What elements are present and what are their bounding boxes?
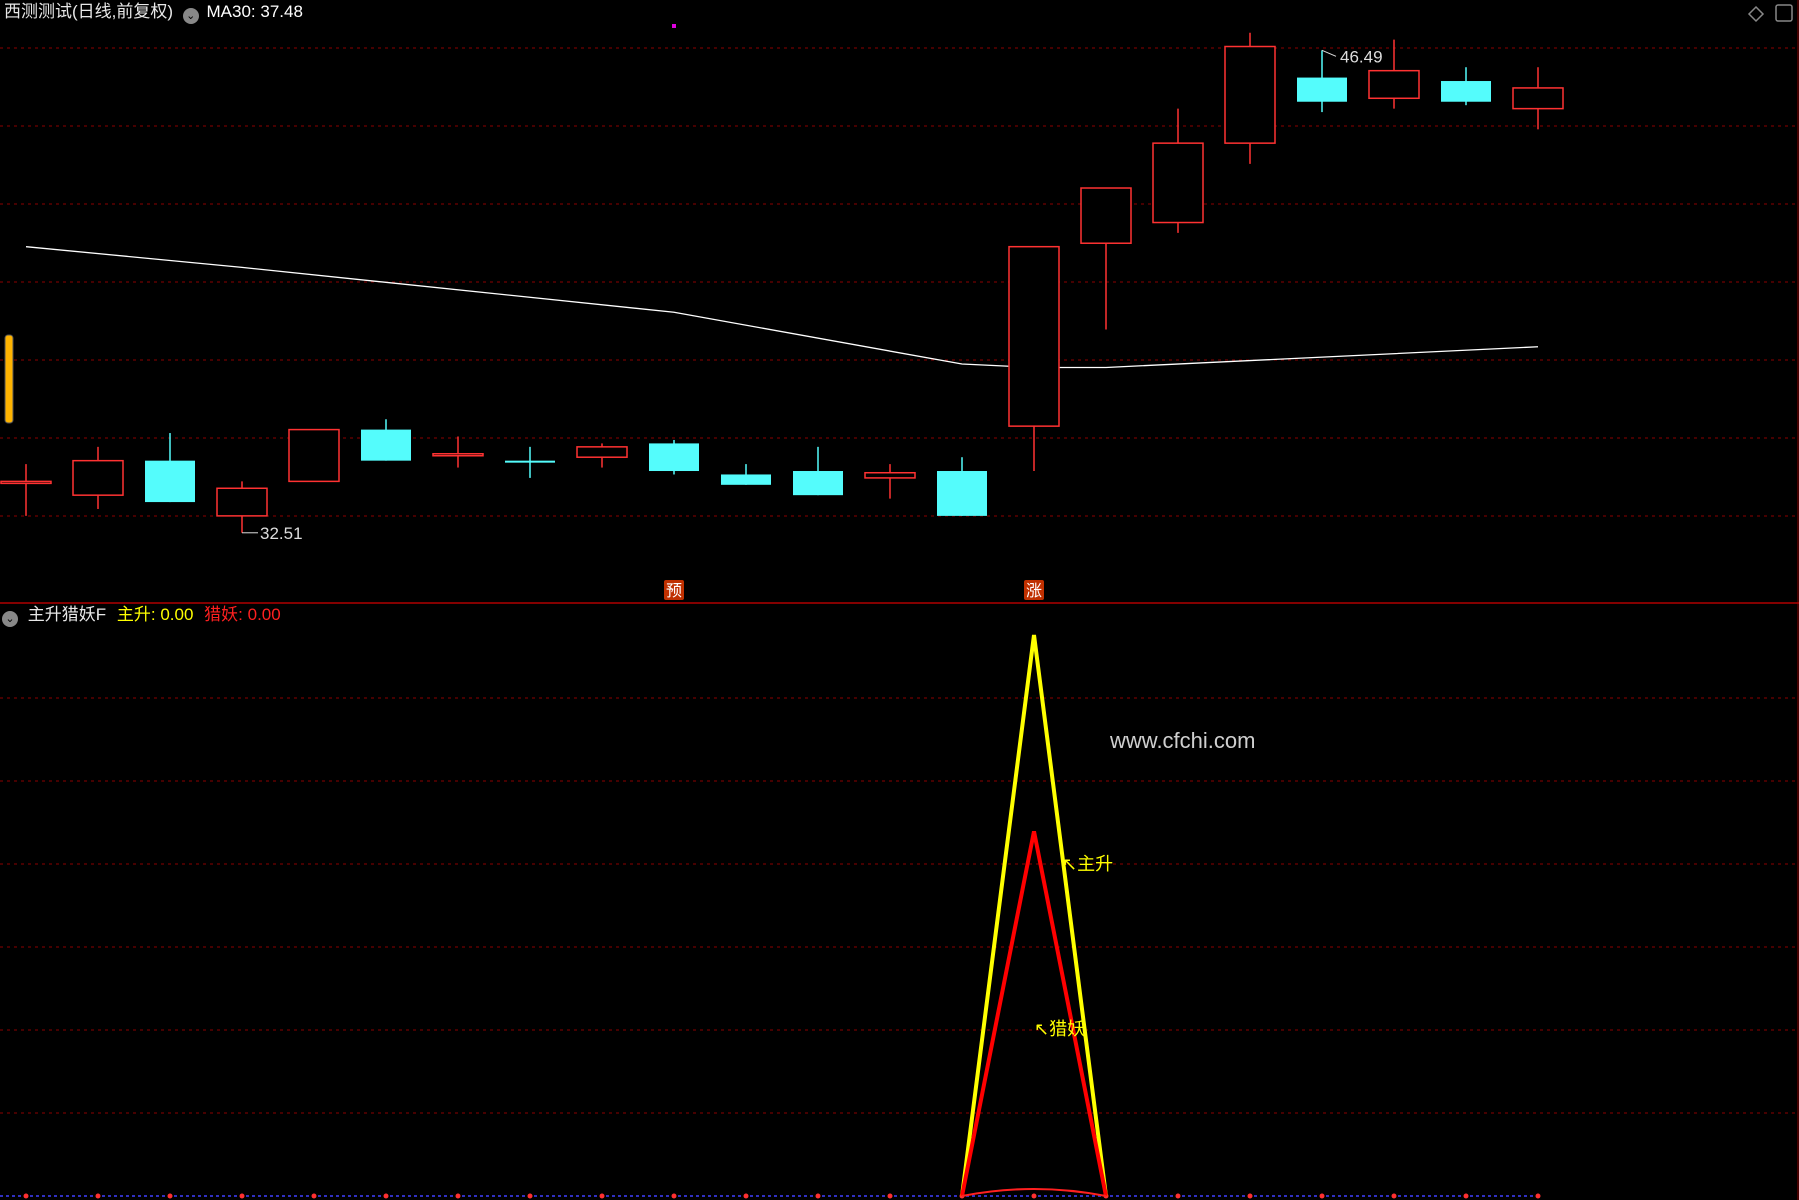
baseline-dot xyxy=(167,1193,173,1199)
candle-body xyxy=(1152,142,1204,224)
candle-body xyxy=(576,446,628,458)
candle xyxy=(72,446,124,509)
baseline-dot xyxy=(1463,1193,1469,1199)
candle-body xyxy=(864,471,916,479)
candle xyxy=(1512,67,1564,130)
high-arrow-icon xyxy=(1321,49,1337,57)
candle xyxy=(1152,108,1204,233)
baseline-dot xyxy=(1031,1193,1037,1199)
baseline-dot xyxy=(1175,1193,1181,1199)
zhusheng-label: 主升: xyxy=(116,605,156,624)
ma30-line-layer xyxy=(25,246,1539,369)
stock-chart: ↖主升 ↖猎妖 46.49 32.51 预 涨 xyxy=(0,0,1799,1200)
baseline-dot xyxy=(23,1193,29,1199)
lieyao-label: 猎妖: xyxy=(204,605,243,624)
candle xyxy=(288,428,340,483)
candle-body xyxy=(145,460,195,503)
lieyao-value: 0.00 xyxy=(247,605,281,624)
chart-grid xyxy=(0,0,1799,1200)
candlestick-series xyxy=(0,32,1564,533)
baseline-dot xyxy=(1247,1193,1253,1199)
signal-tag: 涨 xyxy=(1024,580,1044,600)
stock-title: 西测测试(日线,前复权) xyxy=(4,2,174,21)
candle xyxy=(0,464,52,516)
baseline-dot xyxy=(311,1193,317,1199)
signal-tag: 预 xyxy=(664,580,684,600)
candle-body xyxy=(721,474,771,485)
baseline-dot xyxy=(527,1193,533,1199)
candle-body xyxy=(1512,87,1564,110)
candle-body xyxy=(361,429,411,461)
dropdown-chevron-icon[interactable]: ⌄ xyxy=(182,8,199,24)
indicator-title: 主升猎妖F xyxy=(27,605,107,624)
indicator-header: ⌄ 主升猎妖F 主升: 0.00 猎妖: 0.00 xyxy=(2,605,281,627)
candle xyxy=(864,464,916,499)
candle xyxy=(1441,67,1491,106)
candle-body xyxy=(649,443,699,472)
candle xyxy=(649,439,699,475)
candle-body xyxy=(216,487,268,517)
candle-body xyxy=(72,459,124,496)
baseline-dot xyxy=(95,1193,101,1199)
signal-tag-text: 涨 xyxy=(1026,581,1042,600)
diamond-icon xyxy=(1747,5,1765,23)
baseline-dot xyxy=(239,1193,245,1199)
baseline-dot xyxy=(383,1193,389,1199)
baseline-dot xyxy=(1391,1193,1397,1199)
candle-body xyxy=(1441,81,1491,102)
candle-body xyxy=(432,453,484,457)
lieyao-series-label: ↖猎妖 xyxy=(1034,1019,1085,1040)
ma30-label: MA30: xyxy=(206,2,256,21)
baseline-dot xyxy=(671,1193,677,1199)
baseline-dot xyxy=(1319,1193,1325,1199)
top-right-icons[interactable] xyxy=(1747,4,1793,23)
watermark: www.cfchi.com xyxy=(1110,728,1256,753)
candle xyxy=(1008,245,1060,472)
candle xyxy=(505,446,555,478)
candle-body xyxy=(505,460,555,463)
candle-body xyxy=(1224,45,1276,144)
candle xyxy=(793,446,843,496)
candle-body xyxy=(1368,69,1420,100)
low-price-label: 32.51 xyxy=(260,524,303,543)
zhusheng-series-label: ↖主升 xyxy=(1062,854,1113,875)
baseline-dot xyxy=(743,1193,749,1199)
candle xyxy=(576,443,628,468)
zhusheng-value: 0.00 xyxy=(160,605,194,624)
candle-body xyxy=(793,471,843,496)
candle-body xyxy=(1008,245,1060,427)
annotation-layer: 46.49 32.51 预 涨 xyxy=(242,24,1383,600)
indicator-series: ↖主升 ↖猎妖 xyxy=(0,634,1541,1199)
candle xyxy=(361,419,411,461)
ma30-line xyxy=(25,246,1539,369)
baseline-dot xyxy=(815,1193,821,1199)
candle xyxy=(1224,32,1276,164)
candle-body xyxy=(1297,77,1347,102)
baseline-dot xyxy=(887,1193,893,1199)
baseline-dot xyxy=(1535,1193,1541,1199)
ma30-value: 37.48 xyxy=(260,2,303,21)
candle-body xyxy=(0,480,52,485)
zhusheng-line xyxy=(960,634,1108,1197)
candle-body xyxy=(937,471,987,516)
left-scroll-indicator xyxy=(4,334,14,424)
candle-body xyxy=(1080,187,1132,244)
baseline-dot xyxy=(455,1193,461,1199)
indicator-chevron-icon[interactable]: ⌄ xyxy=(2,611,18,627)
candle xyxy=(937,457,987,516)
candle xyxy=(145,433,195,503)
window-toggle-icon xyxy=(1775,4,1793,22)
signal-tag-text: 预 xyxy=(666,581,682,600)
candle xyxy=(1080,187,1132,330)
marker-dot xyxy=(672,24,676,28)
candle xyxy=(721,464,771,485)
candle-body xyxy=(288,428,340,483)
candle xyxy=(432,436,484,468)
main-header: 西测测试(日线,前复权) ⌄ MA30: 37.48 xyxy=(4,2,303,24)
high-price-label: 46.49 xyxy=(1340,47,1383,66)
baseline-dot xyxy=(599,1193,605,1199)
